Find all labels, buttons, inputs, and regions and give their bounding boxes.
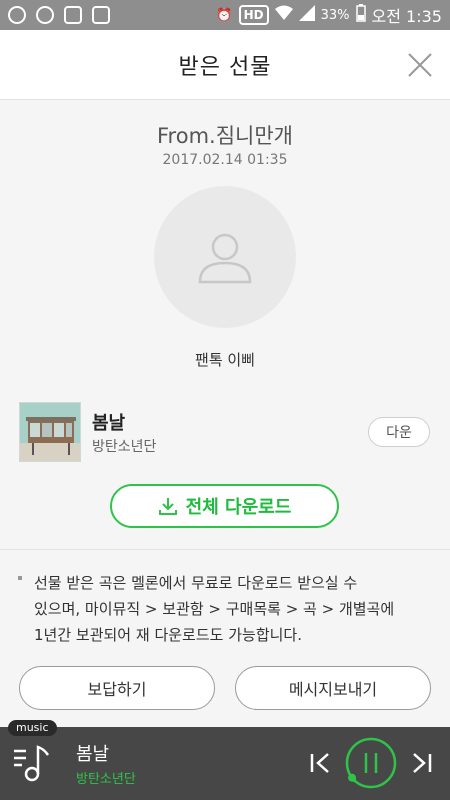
image-notification-icon [92,6,110,24]
progress-dot [348,773,357,782]
status-bar-system: ⏰ HD 33% 오전 1:35 [216,3,442,27]
player-song-title: 봄날 [76,744,110,765]
settings-notification-icon [36,6,54,24]
playlist-icon[interactable] [12,743,52,783]
mini-player[interactable]: 봄날 방탄소년단 [0,727,450,800]
send-message-button[interactable]: 메시지보내기 [235,666,431,710]
status-bar: ⏰ HD 33% 오전 1:35 [0,0,450,30]
clock: 오전 1:35 [371,7,442,26]
gift-notice: 선물 받은 곡은 멜론에서 무료로 다운로드 받으실 수 있으며, 마이뮤직 >… [18,570,432,648]
alarm-icon: ⏰ [216,7,233,23]
gift-date: 2017.02.14 01:35 [162,152,288,168]
download-all-button[interactable]: 전체 다운로드 [110,484,339,528]
bullet-icon [18,576,22,580]
page-header: 받은 선물 [0,30,450,100]
download-song-button[interactable]: 다운 [368,417,430,447]
pause-icon [364,753,378,773]
divider [0,549,450,550]
player-song-artist: 방탄소년단 [76,772,136,787]
next-icon[interactable] [408,750,434,776]
download-all-label: 전체 다운로드 [185,497,292,518]
notice-text: 선물 받은 곡은 멜론에서 무료로 다운로드 받으실 수 있으며, 마이뮤직 >… [34,574,395,644]
battery-icon [355,4,366,26]
song-row: 봄날 방탄소년단 다운 [19,400,431,462]
download-icon [158,498,177,515]
album-art [19,402,81,462]
gift-sender: From.짐니만개 [157,124,293,148]
media-notification-icon [64,6,82,24]
avatar [154,186,296,328]
status-bar-notifications [8,6,110,24]
close-icon[interactable] [406,51,434,79]
music-tag: music [8,720,57,736]
pause-button[interactable] [344,736,398,790]
page-title: 받은 선물 [178,54,272,80]
app-notification-icon [8,6,26,24]
song-title: 봄날 [92,413,126,434]
song-artist: 방탄소년단 [92,439,157,455]
battery-level: 33% [320,7,350,23]
action-buttons: 보답하기 메시지보내기 [19,666,431,710]
signal-icon [298,5,315,25]
previous-icon[interactable] [308,750,334,776]
gift-title: 팬톡 이삐 [195,351,255,369]
wifi-icon [274,5,293,25]
hd-voice-icon: HD [238,5,269,25]
reply-gift-button[interactable]: 보답하기 [19,666,215,710]
user-icon [198,233,252,284]
